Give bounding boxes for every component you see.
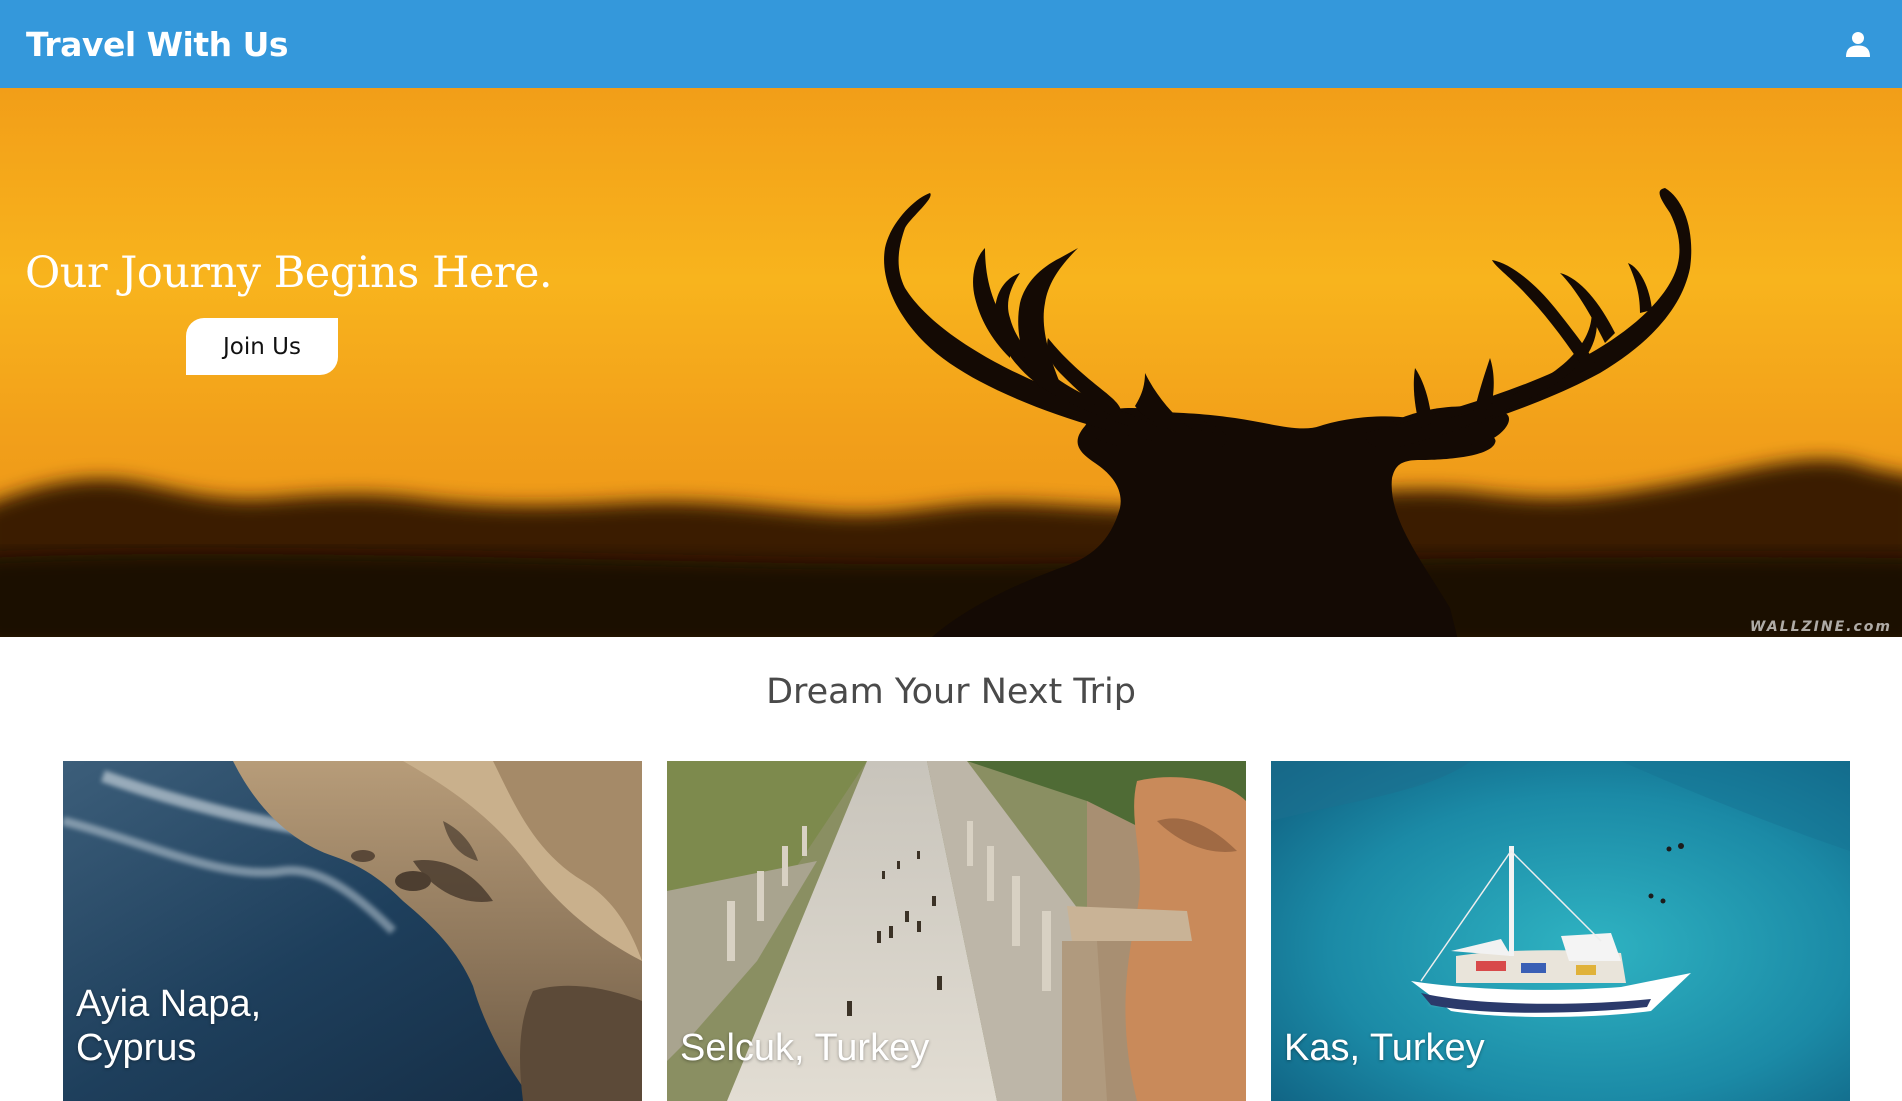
top-navbar: Travel With Us <box>0 0 1902 88</box>
destination-label: Kas, Turkey <box>1284 1027 1485 1069</box>
destination-label: Selcuk, Turkey <box>680 1027 930 1069</box>
destination-label: Ayia Napa, Cyprus <box>76 983 262 1069</box>
destination-cards: Ayia Napa, Cyprus Selcuk, Turkey Kas, Tu… <box>63 761 1850 1101</box>
section-title: Dream Your Next Trip <box>766 672 1136 712</box>
destination-card-ayia-napa[interactable]: Ayia Napa, Cyprus <box>63 761 642 1101</box>
user-account-button[interactable] <box>1840 26 1876 62</box>
brand-logo-link[interactable]: Travel With Us <box>26 25 289 64</box>
destination-card-selcuk[interactable]: Selcuk, Turkey <box>667 761 1246 1101</box>
hero-banner: Our Journy Begins Here. Join Us WALLZINE… <box>0 88 1902 637</box>
destination-card-kas[interactable]: Kas, Turkey <box>1271 761 1850 1101</box>
hero-title: Our Journy Begins Here. <box>25 248 553 298</box>
join-us-button[interactable]: Join Us <box>186 318 338 375</box>
image-watermark: WALLZINE.com <box>1749 619 1892 635</box>
user-icon <box>1846 32 1870 57</box>
